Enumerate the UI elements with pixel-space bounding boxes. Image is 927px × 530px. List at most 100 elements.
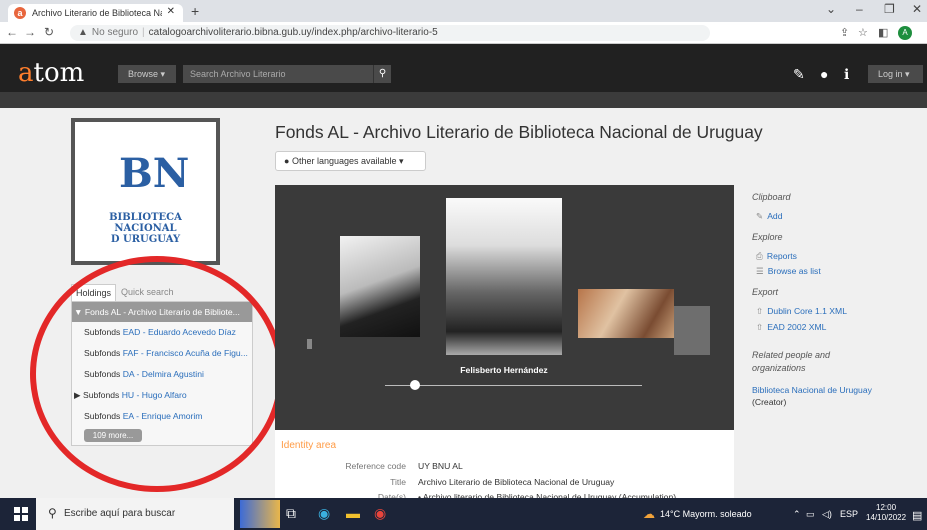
- field-value: UY BNU AL: [418, 461, 463, 471]
- library-name: BIBLIOTECA NACIONAL D URUGUAY: [75, 212, 216, 245]
- browse-button[interactable]: Browse ▾: [118, 65, 176, 83]
- header-strip: [0, 44, 927, 58]
- chevron-down-icon[interactable]: ⌄: [826, 2, 836, 16]
- list-icon: ☰: [756, 266, 764, 276]
- search-input[interactable]: Search Archivo Literario: [183, 65, 373, 83]
- new-tab-button[interactable]: +: [191, 3, 199, 19]
- clock-date: 14/10/2022: [866, 513, 907, 522]
- field-label: Reference code: [345, 461, 406, 471]
- profile-avatar[interactable]: A: [898, 26, 912, 40]
- image-caption: Felisberto Hernández: [460, 365, 548, 375]
- upload-icon: ⇧: [756, 322, 764, 332]
- close-tab-icon[interactable]: ✕: [167, 6, 175, 17]
- carousel-prev-icon[interactable]: [307, 339, 312, 349]
- chrome-icon[interactable]: ◉: [374, 505, 386, 522]
- chevron-down-icon: ▾: [160, 69, 166, 79]
- network-icon[interactable]: ▭: [806, 509, 815, 520]
- windows-start-icon[interactable]: [14, 507, 28, 521]
- logo-line2: NACIONAL: [114, 223, 177, 234]
- explore-heading: Explore: [752, 232, 783, 242]
- print-icon: ⎙: [756, 251, 763, 261]
- browse-label: Browse: [128, 69, 159, 79]
- related-entry: Biblioteca Nacional de Uruguay (Creator): [752, 384, 872, 408]
- weather-label[interactable]: 14°C Mayorm. soleado: [660, 509, 752, 519]
- share-icon[interactable]: ⇪: [840, 26, 849, 39]
- chevron-down-icon: ▾: [399, 156, 404, 166]
- browser-tab-bar: a Archivo Literario de Biblioteca Nacion…: [0, 0, 927, 22]
- minimize-icon[interactable]: –: [856, 2, 863, 16]
- field-value: Archivo Literario de Biblioteca Nacional…: [418, 477, 615, 487]
- clock-time: 12:00: [876, 503, 897, 512]
- paperclip-icon: ✎: [756, 211, 764, 221]
- task-view-icon[interactable]: ⧉: [286, 505, 296, 522]
- add-label: Add: [767, 211, 783, 221]
- dublin-core-link[interactable]: ⇧ Dublin Core 1.1 XML: [756, 306, 847, 317]
- reload-icon[interactable]: ↻: [44, 25, 54, 39]
- repository-logo[interactable]: BN BIBLIOTECA NACIONAL D URUGUAY: [71, 118, 220, 265]
- slider-handle[interactable]: [410, 380, 420, 390]
- globe-icon: ●: [284, 156, 290, 166]
- login-label: Log in: [878, 69, 903, 79]
- close-window-icon[interactable]: ✕: [912, 2, 922, 16]
- ead-link[interactable]: ⇧ EAD 2002 XML: [756, 322, 826, 333]
- news-widget-icon[interactable]: [240, 500, 280, 528]
- atom-favicon-icon: a: [14, 7, 26, 19]
- sidepanel-icon[interactable]: ◧: [878, 26, 888, 39]
- globe-icon[interactable]: ●: [820, 66, 828, 82]
- portrait-photo[interactable]: [340, 236, 420, 337]
- url-input[interactable]: ▲ No seguro | catalogoarchivoliterario.bibn…: [70, 25, 710, 41]
- library-monogram: BN: [119, 150, 190, 197]
- notifications-icon[interactable]: ▤: [912, 509, 922, 522]
- browser-tab[interactable]: a Archivo Literario de Biblioteca Nacion…: [8, 4, 183, 22]
- dublin-label: Dublin Core 1.1 XML: [767, 306, 847, 316]
- languages-label: Other languages available: [291, 156, 397, 166]
- header-band: [0, 92, 927, 108]
- language-indicator[interactable]: ESP: [840, 509, 858, 519]
- url-text: catalogoarchivoliterario.bibna.gub.uy/in…: [148, 27, 438, 38]
- edge-icon[interactable]: ◉: [318, 505, 330, 522]
- red-circle-annotation: [30, 256, 284, 492]
- login-button[interactable]: Log in ▾: [868, 65, 923, 83]
- related-heading: Related people and organizations: [752, 350, 831, 373]
- logo-a: a: [18, 58, 34, 88]
- logo-rest: tom: [33, 58, 85, 88]
- file-explorer-icon[interactable]: ▬: [346, 505, 360, 521]
- related-link[interactable]: Biblioteca Nacional de Uruguay: [752, 385, 872, 395]
- extra-photo[interactable]: [674, 306, 710, 355]
- search-icon[interactable]: ⚲: [373, 65, 391, 83]
- chevron-up-icon[interactable]: ⌃: [793, 509, 801, 520]
- logo-line3: D URUGUAY: [110, 234, 181, 245]
- clipboard-paperclip-icon[interactable]: ✎: [793, 66, 805, 83]
- not-secure-label: No seguro: [91, 27, 139, 38]
- add-to-clipboard-link[interactable]: ✎ Add: [756, 211, 783, 222]
- carousel-slider[interactable]: [385, 385, 642, 386]
- featured-photo[interactable]: [446, 198, 562, 355]
- upload-icon: ⇧: [756, 306, 764, 316]
- languages-dropdown[interactable]: ● Other languages available ▾: [275, 151, 426, 171]
- browse-as-list-link[interactable]: ☰ Browse as list: [756, 266, 821, 277]
- url-separator: |: [142, 27, 145, 38]
- forward-icon[interactable]: →: [24, 25, 36, 39]
- related-role: (Creator): [752, 397, 787, 407]
- volume-icon[interactable]: ◁): [822, 509, 832, 520]
- warning-icon: ▲: [78, 27, 88, 38]
- info-icon[interactable]: ℹ: [844, 66, 849, 83]
- identity-area-heading[interactable]: Identity area: [281, 440, 336, 451]
- taskbar-search-input[interactable]: Escribe aquí para buscar: [36, 498, 234, 530]
- bookmark-star-icon[interactable]: ☆: [858, 26, 868, 39]
- weather-icon: ☁: [643, 507, 655, 521]
- logo-line1: BIBLIOTECA: [109, 212, 182, 223]
- reports-link[interactable]: ⎙ Reports: [756, 251, 797, 262]
- search-icon: ⚲: [48, 506, 57, 520]
- export-heading: Export: [752, 287, 779, 297]
- ead-label: EAD 2002 XML: [767, 322, 827, 332]
- tab-title: Archivo Literario de Biblioteca Nacional: [32, 8, 162, 18]
- maximize-icon[interactable]: ❐: [884, 2, 895, 16]
- taskbar: Escribe aquí para buscar ⚲ ⧉ ◉ ▬ ◉ ☁ 14°…: [0, 498, 927, 530]
- clock[interactable]: 12:00 14/10/2022: [866, 503, 906, 523]
- back-icon[interactable]: ←: [6, 25, 18, 39]
- group-photo[interactable]: [578, 289, 674, 338]
- atom-logo[interactable]: atom: [18, 58, 84, 88]
- field-label: Title: [390, 477, 406, 487]
- page-title: Fonds AL - Archivo Literario de Bibliote…: [275, 122, 763, 142]
